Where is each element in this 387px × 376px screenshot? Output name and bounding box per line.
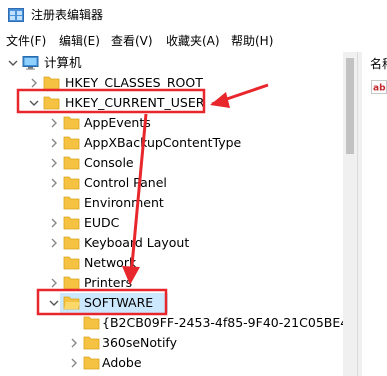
tree-node-hkey-classes-root[interactable]: HKEY_CLASSES_ROOT: [0, 73, 343, 93]
folder-icon: [63, 256, 80, 270]
folder-icon: [63, 196, 80, 210]
tree-node-control-panel[interactable]: Control Panel: [0, 173, 343, 193]
chevron-down-icon[interactable]: [28, 97, 40, 109]
chevron-right-icon[interactable]: [48, 237, 60, 249]
registry-editor-icon: [8, 8, 24, 22]
menu-edit[interactable]: 编辑(E): [59, 33, 100, 49]
chevron-right-icon[interactable]: [68, 337, 80, 349]
tree-label: Network: [84, 255, 137, 270]
folder-icon: [43, 76, 60, 90]
tree-node-environment[interactable]: Environment: [0, 193, 343, 213]
chevron-down-icon[interactable]: [7, 57, 19, 69]
chevron-right-icon[interactable]: [68, 357, 80, 369]
folder-icon: [43, 96, 60, 110]
tree-node-software-content[interactable]: SOFTWARE: [0, 293, 343, 313]
folder-icon: [83, 356, 100, 370]
folder-icon: [63, 276, 80, 290]
tree-label: SOFTWARE: [84, 295, 154, 310]
chevron-right-icon[interactable]: [48, 177, 60, 189]
tree-node-keyboard-layout[interactable]: Keyboard Layout: [0, 233, 343, 253]
tree-label: {B2CB09FF-2453-4f85-9F40-21C05BE4CBA: [102, 315, 343, 330]
chevron-right-icon[interactable]: [48, 117, 60, 129]
tree-label: Control Panel: [84, 175, 167, 190]
folder-icon: [63, 236, 80, 250]
tree-label: 计算机: [44, 55, 82, 70]
tree-label: Printers: [84, 275, 133, 290]
tree-label: Keyboard Layout: [84, 235, 190, 250]
tree-scrollbar[interactable]: [343, 52, 357, 376]
chevron-down-icon[interactable]: [48, 297, 60, 309]
ab-string-value-icon: ab: [371, 80, 387, 94]
tree-node-guid-key[interactable]: {B2CB09FF-2453-4f85-9F40-21C05BE4CBA: [0, 313, 343, 333]
tree-node-printers[interactable]: Printers: [0, 273, 343, 293]
window-title: 注册表编辑器: [31, 8, 104, 22]
registry-tree[interactable]: 计算机 HKEY_CLASSES_ROOT HKEY_CURRENT_USER …: [0, 52, 343, 376]
svg-text:ab: ab: [373, 84, 386, 94]
chevron-right-icon[interactable]: [48, 137, 60, 149]
tree-label: HKEY_CURRENT_USER: [65, 95, 205, 110]
tree-node-console[interactable]: Console: [0, 153, 343, 173]
tree-label: EUDC: [84, 215, 120, 230]
tree-label: 360seNotify: [102, 335, 178, 350]
folder-icon: [63, 156, 80, 170]
title-bar: 注册表编辑器: [0, 0, 387, 30]
tree-node-network[interactable]: Network: [0, 253, 343, 273]
folder-icon: [63, 176, 80, 190]
tree-node-hkey-current-user[interactable]: HKEY_CURRENT_USER: [0, 93, 343, 113]
tree-node-computer[interactable]: 计算机: [0, 53, 343, 73]
values-pane[interactable]: 名称 ab: [362, 52, 387, 376]
tree-label: Adobe: [102, 355, 142, 370]
menu-favorites[interactable]: 收藏夹(A): [166, 33, 220, 49]
menu-bar: 文件(F) 编辑(E) 查看(V) 收藏夹(A) 帮助(H): [0, 30, 387, 52]
folder-open-icon: [63, 296, 80, 310]
tree-node-appevents[interactable]: AppEvents: [0, 113, 343, 133]
tree-node-360senotify[interactable]: 360seNotify: [0, 333, 343, 353]
folder-icon: [63, 116, 80, 130]
scrollbar-thumb[interactable]: [346, 58, 354, 154]
tree-node-eudc[interactable]: EUDC: [0, 213, 343, 233]
chevron-right-icon[interactable]: [48, 277, 60, 289]
folder-icon: [83, 316, 100, 330]
tree-label: AppXBackupContentType: [84, 135, 242, 150]
tree-label: AppEvents: [84, 115, 151, 130]
chevron-right-icon[interactable]: [48, 157, 60, 169]
column-header-name[interactable]: 名称: [370, 55, 387, 72]
menu-view[interactable]: 查看(V): [111, 33, 153, 49]
computer-icon: [22, 56, 39, 70]
menu-file[interactable]: 文件(F): [6, 33, 46, 49]
folder-icon: [83, 336, 100, 350]
tree-label: Environment: [84, 195, 164, 210]
tree-node-adobe[interactable]: Adobe: [0, 353, 343, 373]
chevron-right-icon[interactable]: [28, 77, 40, 89]
chevron-right-icon[interactable]: [48, 217, 60, 229]
tree-node-appxbackupcontenttype[interactable]: AppXBackupContentType: [0, 133, 343, 153]
menu-help[interactable]: 帮助(H): [231, 33, 273, 49]
folder-icon: [63, 216, 80, 230]
tree-label: HKEY_CLASSES_ROOT: [65, 75, 203, 90]
tree-label: Console: [84, 155, 134, 170]
folder-icon: [63, 136, 80, 150]
